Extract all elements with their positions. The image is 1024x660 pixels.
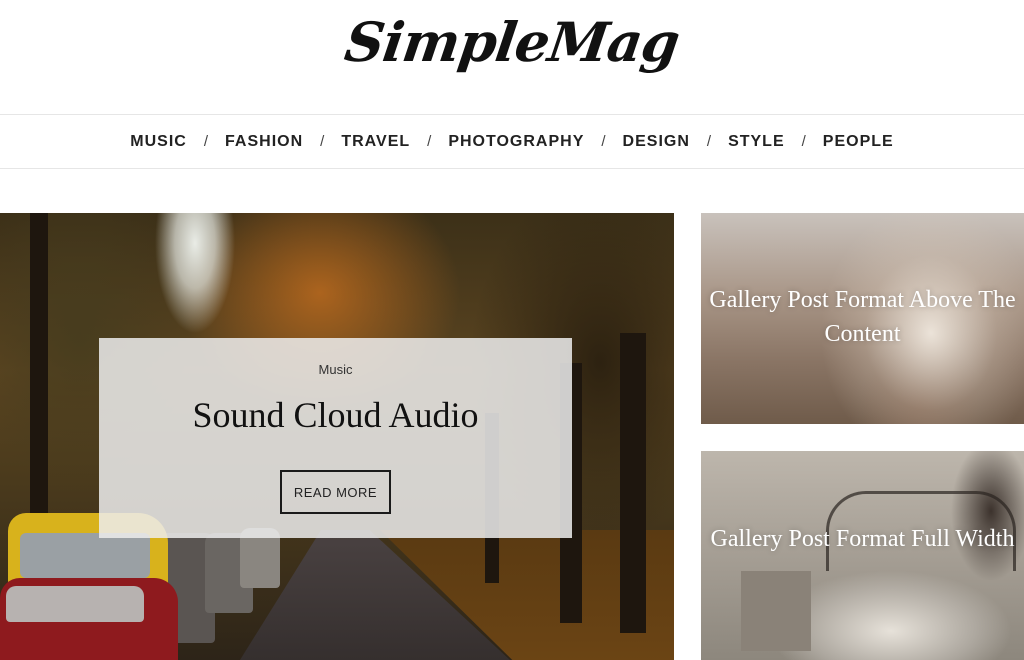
nav-separator: / — [601, 133, 606, 150]
nav-item-music[interactable]: MUSIC — [130, 133, 187, 151]
nav-item-fashion[interactable]: FASHION — [225, 133, 303, 151]
site-header: SimpleMag — [0, 0, 1024, 114]
nav-item-style[interactable]: STYLE — [728, 133, 785, 151]
side-post-title[interactable]: Gallery Post Format Full Width — [701, 522, 1024, 556]
image-car-window — [6, 586, 144, 622]
nav-separator: / — [427, 133, 432, 150]
featured-post-category[interactable]: Music — [99, 362, 572, 377]
main-navigation: MUSIC / FASHION / TRAVEL / PHOTOGRAPHY /… — [0, 114, 1024, 169]
featured-post-card: Music Sound Cloud Audio READ MORE — [99, 338, 572, 538]
nav-item-design[interactable]: DESIGN — [623, 133, 690, 151]
site-logo[interactable]: SimpleMag — [0, 10, 1024, 74]
nav-item-people[interactable]: PEOPLE — [823, 133, 894, 151]
nav-item-travel[interactable]: TRAVEL — [341, 133, 410, 151]
nav-separator: / — [203, 133, 209, 150]
nav-separator: / — [320, 133, 325, 150]
featured-post-title[interactable]: Sound Cloud Audio — [99, 394, 572, 436]
image-car-window — [20, 533, 150, 578]
image-tree-trunk — [620, 333, 646, 633]
side-post-card[interactable]: Gallery Post Format Full Width — [701, 451, 1024, 660]
image-tree-trunk — [30, 213, 48, 513]
read-more-button[interactable]: READ MORE — [280, 470, 391, 514]
nav-item-photography[interactable]: PHOTOGRAPHY — [448, 133, 584, 151]
side-post-title[interactable]: Gallery Post Format Above The Content — [701, 283, 1024, 351]
nav-separator: / — [801, 133, 806, 150]
image-nightstand — [741, 571, 811, 651]
side-post-card[interactable]: Gallery Post Format Above The Content — [701, 213, 1024, 424]
nav-separator: / — [706, 133, 712, 150]
